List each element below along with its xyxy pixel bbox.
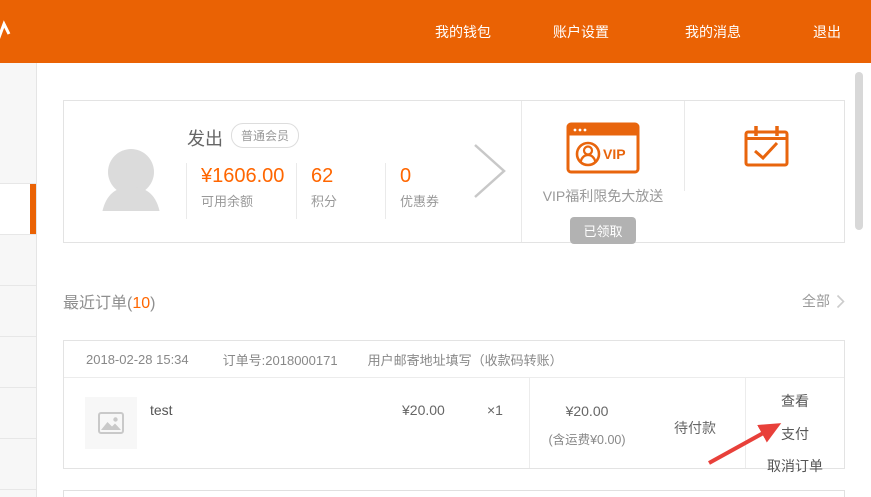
sidebar-item[interactable] <box>0 439 36 490</box>
order-body-row: test ¥20.00 ×1 ¥20.00 (含运费¥0.00) 待付款 查看 … <box>64 378 844 468</box>
coupons-label: 优惠券 <box>400 191 477 210</box>
points-label: 积分 <box>311 191 385 210</box>
avatar[interactable] <box>101 147 161 211</box>
sidebar-item[interactable] <box>0 235 36 286</box>
points-value: 62 <box>311 165 385 187</box>
order-address-note: 用户邮寄地址填写（收款码转账） <box>368 350 563 369</box>
vip-browser-icon: VIP <box>566 122 640 174</box>
next-order-card-clipped <box>63 490 845 497</box>
order-header-row: 2018-02-28 15:34 订单号:2018000171 用户邮寄地址填写… <box>64 341 844 378</box>
orders-title: 最近订单(10) <box>63 289 155 313</box>
orders-heading-row: 最近订单(10) 全部 <box>63 289 845 313</box>
account-stats: ¥1606.00 可用余额 62 积分 0 优惠券 <box>186 163 477 219</box>
signin-section <box>684 101 846 191</box>
chevron-right-icon <box>836 294 845 309</box>
vip-promo-title: VIP福利限免大放送 <box>522 186 684 206</box>
chevron-right-icon[interactable] <box>472 142 508 200</box>
user-summary-card: 发出 普通会员 ¥1606.00 可用余额 62 积分 0 优惠券 <box>63 100 845 243</box>
sidebar-item[interactable] <box>0 388 36 439</box>
page: 我的钱包 账户设置 我的消息 退出 发出 普通会员 ¥1606.00 可用余额 <box>0 0 871 497</box>
sidebar-item-active[interactable] <box>0 184 36 235</box>
product-quantity: ×1 <box>487 402 503 418</box>
product-unit-price: ¥20.00 <box>402 402 445 418</box>
logo-fragment-icon <box>0 20 14 42</box>
product-name[interactable]: test <box>150 402 173 418</box>
view-all-orders-link[interactable]: 全部 <box>802 291 845 311</box>
order-card: 2018-02-28 15:34 订单号:2018000171 用户邮寄地址填写… <box>63 340 845 469</box>
order-total-amount: ¥20.00 <box>529 403 645 419</box>
stat-coupons[interactable]: 0 优惠券 <box>385 163 477 219</box>
orders-title-suffix: ) <box>150 295 155 312</box>
annotation-arrow-pointing-to-pay <box>641 408 811 470</box>
order-total-cell: ¥20.00 (含运费¥0.00) <box>529 378 645 468</box>
calendar-check-icon[interactable] <box>742 124 790 169</box>
stat-points[interactable]: 62 积分 <box>296 163 385 219</box>
sidebar-active-indicator <box>30 184 36 234</box>
vip-claimed-badge[interactable]: 已领取 <box>570 217 635 244</box>
member-level-badge: 普通会员 <box>231 123 299 148</box>
vip-promo-section: VIP VIP福利限免大放送 已领取 <box>521 101 684 242</box>
sidebar <box>0 63 37 497</box>
sidebar-item[interactable] <box>0 490 36 497</box>
order-number: 订单号:2018000171 <box>223 350 338 369</box>
order-shipping-note: (含运费¥0.00) <box>529 429 645 448</box>
nav-my-wallet[interactable]: 我的钱包 <box>435 22 491 42</box>
sidebar-item[interactable] <box>0 337 36 388</box>
sidebar-item[interactable] <box>0 286 36 337</box>
sidebar-top-block <box>0 63 36 184</box>
image-placeholder-icon <box>98 412 124 434</box>
balance-label: 可用余额 <box>201 191 296 210</box>
orders-count: 10 <box>132 295 150 312</box>
order-time: 2018-02-28 15:34 <box>86 352 189 367</box>
balance-value: ¥1606.00 <box>201 165 285 187</box>
top-header: 我的钱包 账户设置 我的消息 退出 <box>0 0 871 63</box>
product-thumbnail[interactable] <box>85 397 137 449</box>
svg-text:VIP: VIP <box>603 146 626 162</box>
top-nav: 我的钱包 账户设置 我的消息 退出 <box>435 0 871 63</box>
stat-balance[interactable]: ¥1606.00 可用余额 <box>186 163 296 219</box>
coupons-value: 0 <box>400 165 477 187</box>
scrollbar-thumb[interactable] <box>855 72 863 230</box>
view-all-label: 全部 <box>802 291 830 311</box>
username: 发出 <box>187 125 223 151</box>
orders-title-prefix: 最近订单( <box>63 295 132 312</box>
nav-logout[interactable]: 退出 <box>813 22 841 42</box>
nav-my-messages[interactable]: 我的消息 <box>685 22 741 42</box>
nav-account-settings[interactable]: 账户设置 <box>553 22 609 42</box>
